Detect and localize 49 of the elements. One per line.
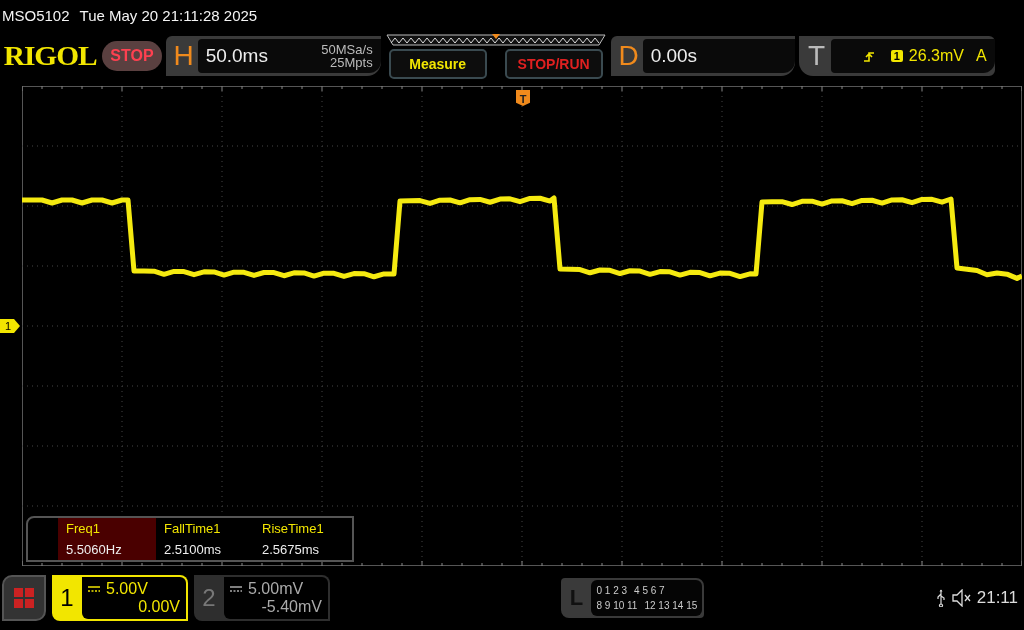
measurement-value: 2.5100ms [164, 542, 223, 557]
measurement-item[interactable]: Freq1 5.5060Hz [58, 518, 156, 560]
channel-number: 1 [59, 583, 75, 613]
measurement-value: 2.5675ms [262, 542, 321, 557]
speaker-muted-icon [951, 589, 971, 607]
trigger-mode: A [975, 47, 987, 65]
measurement-name: Freq1 [66, 521, 101, 536]
delay-label: D [617, 39, 640, 73]
measure-button[interactable]: Measure [388, 49, 487, 79]
channel-active-panel[interactable]: 1 5.00V 0.00V [52, 575, 188, 621]
dc-coupling-icon [230, 586, 242, 592]
grid-squares-icon [14, 588, 34, 608]
trigger-label: T [807, 39, 827, 73]
measurement-value: 5.5060Hz [66, 542, 123, 557]
sample-rate: 50MSa/s [321, 43, 373, 56]
brand-logo: RIGOL [3, 40, 97, 72]
horizontal-label: H [172, 39, 195, 73]
channel-offset: 0.00V [137, 598, 180, 616]
channel-marker-label: 1 [4, 320, 12, 332]
measurement-name: RiseTime1 [262, 521, 325, 536]
timebase-value: 50.0ms [205, 45, 268, 67]
logic-channel-numbers: 8 9 10 11 [596, 600, 638, 611]
delay-panel[interactable]: D 0.00s [610, 36, 795, 76]
status-time: 21:11 [976, 588, 1018, 608]
trigger-source: 1 [890, 50, 903, 62]
trigger-panel[interactable]: T 1 26.3mV A [798, 36, 995, 76]
dc-coupling-icon [88, 586, 100, 592]
logic-channel-numbers: 4 5 6 7 [634, 585, 665, 596]
navigation-button[interactable] [2, 575, 46, 621]
instrument-model: MSO5102 [2, 6, 70, 24]
channel-scale: 5.00mV [248, 580, 304, 598]
channel-ground-marker[interactable]: 1 [0, 319, 20, 333]
channel-scale: 5.00V [106, 580, 148, 598]
logic-channel-numbers: 0 1 2 3 [596, 585, 628, 596]
channel-number: 2 [201, 583, 217, 613]
trigger-position-marker[interactable]: T [516, 90, 530, 106]
measurement-name: FallTime1 [164, 521, 222, 536]
logic-channel-numbers: 12 13 14 15 [644, 600, 698, 611]
horizontal-panel[interactable]: H 50.0ms 50MSa/s 25Mpts [165, 36, 381, 76]
trigger-level: 26.3mV [908, 47, 964, 65]
measurement-item[interactable]: RiseTime1 2.5675ms [254, 518, 352, 560]
memory-depth: 25Mpts [330, 56, 373, 69]
stop-run-button[interactable]: STOP/RUN [504, 49, 603, 79]
measurement-item[interactable]: FallTime1 2.5100ms [156, 518, 254, 560]
delay-value: 0.00s [650, 45, 698, 67]
rising-edge-icon [862, 49, 875, 63]
date-time: Tue May 20 21:11:28 2025 [79, 6, 258, 24]
channel-offset: -5.40mV [260, 598, 322, 616]
usb-icon [935, 589, 946, 607]
